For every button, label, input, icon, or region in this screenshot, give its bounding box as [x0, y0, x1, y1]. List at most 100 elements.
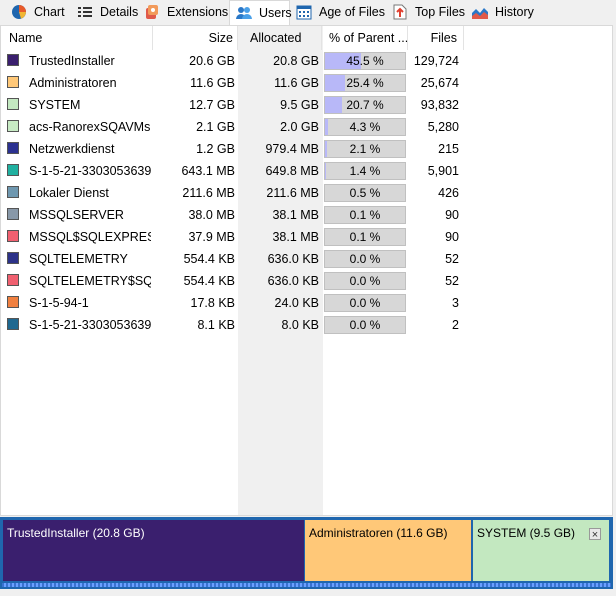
user-files-count: 215: [438, 142, 459, 156]
tab-label: Chart: [34, 5, 65, 19]
table-header: Name Size Allocated % of Parent ... File…: [1, 26, 465, 50]
user-name: Lokaler Dienst: [29, 186, 109, 200]
percent-of-parent-bar: 0.1 %: [324, 228, 406, 246]
table-row[interactable]: MSSQLSERVER 38.0 MB 38.1 MB 0.1 % 90: [1, 204, 465, 226]
table-row[interactable]: SYSTEM 12.7 GB 9.5 GB 20.7 % 93,832: [1, 94, 465, 116]
user-color-swatch: [7, 318, 19, 330]
percent-of-parent-bar: 1.4 %: [324, 162, 406, 180]
percent-of-parent-bar: 0.0 %: [324, 316, 406, 334]
percent-value: 2.1 %: [349, 142, 381, 156]
user-name: MSSQLSERVER: [29, 208, 124, 222]
percent-value: 0.0 %: [349, 296, 381, 310]
percent-value: 45.5 %: [346, 54, 384, 68]
percent-of-parent-bar: 4.3 %: [324, 118, 406, 136]
table-row[interactable]: acs-RanorexSQAVMs 2.1 GB 2.0 GB 4.3 % 5,280: [1, 116, 465, 138]
percent-value: 25.4 %: [346, 76, 384, 90]
column-divider[interactable]: [237, 26, 238, 50]
tab-top-files[interactable]: Top Files: [381, 1, 465, 23]
percent-value: 1.4 %: [349, 164, 381, 178]
percent-value: 4.3 %: [349, 120, 381, 134]
table-row[interactable]: MSSQL$SQLEXPRESS 37.9 MB 38.1 MB 0.1 % 90: [1, 226, 465, 248]
column-header-percent-of-parent[interactable]: % of Parent ...: [329, 26, 407, 50]
user-size: 554.4 KB: [183, 252, 235, 266]
user-size: 211.6 MB: [182, 186, 235, 200]
user-color-swatch: [7, 142, 19, 154]
column-divider[interactable]: [463, 26, 464, 50]
user-allocated: 979.4 MB: [265, 142, 319, 156]
user-allocated: 8.0 KB: [281, 318, 319, 332]
percent-value: 20.7 %: [346, 98, 384, 112]
table-row[interactable]: S-1-5-21-3303053639... 643.1 MB 649.8 MB 1.…: [1, 160, 465, 182]
column-divider[interactable]: [321, 26, 322, 50]
user-color-swatch: [7, 230, 19, 242]
user-allocated: 24.0 KB: [274, 296, 319, 310]
percent-of-parent-bar: 45.5 %: [324, 52, 406, 70]
tab-label: History: [495, 5, 534, 19]
calendar-icon: [295, 4, 313, 20]
percent-value: 0.0 %: [349, 274, 381, 288]
user-size: 1.2 GB: [196, 142, 235, 156]
user-name: SYSTEM: [29, 98, 81, 112]
table-row[interactable]: TrustedInstaller 20.6 GB 20.8 GB 45.5 % 129,…: [1, 50, 465, 72]
close-icon[interactable]: ×: [589, 528, 601, 541]
user-files-count: 93,832: [420, 98, 459, 112]
user-name: acs-RanorexSQAVMs: [29, 120, 151, 134]
users-table: Name Size Allocated % of Parent ... File…: [0, 25, 613, 516]
percent-of-parent-bar: 0.1 %: [324, 206, 406, 224]
percent-of-parent-bar: 0.0 %: [324, 272, 406, 290]
user-files-count: 129,724: [413, 54, 459, 68]
percent-value: 0.1 %: [349, 208, 381, 222]
tab-details[interactable]: Details: [66, 1, 138, 23]
user-name: MSSQL$SQLEXPRESS: [29, 230, 151, 244]
column-divider[interactable]: [407, 26, 408, 50]
table-row[interactable]: Lokaler Dienst 211.6 MB 211.6 MB 0.5 % 426: [1, 182, 465, 204]
tab-chart[interactable]: Chart: [0, 1, 65, 23]
user-files-count: 5,280: [427, 120, 459, 134]
user-color-swatch: [7, 296, 19, 308]
column-header-size[interactable]: Size: [153, 26, 233, 50]
user-allocated: 211.6 MB: [266, 186, 319, 200]
table-row[interactable]: S-1-5-21-3303053639... 8.1 KB 8.0 KB 0.0 % 2: [1, 314, 465, 336]
user-files-count: 52: [445, 252, 459, 266]
user-size: 20.6 GB: [189, 54, 235, 68]
user-allocated: 636.0 KB: [267, 252, 319, 266]
user-allocated: 9.5 GB: [280, 98, 319, 112]
tab-age-of-files[interactable]: Age of Files: [285, 1, 385, 23]
user-files-count: 3: [452, 296, 459, 310]
user-size: 643.1 MB: [181, 164, 235, 178]
tab-extensions[interactable]: Extensions: [133, 1, 228, 23]
percent-value: 0.0 %: [349, 318, 381, 332]
table-row[interactable]: SQLTELEMETRY 554.4 KB 636.0 KB 0.0 % 52: [1, 248, 465, 270]
user-color-swatch: [7, 98, 19, 110]
user-color-swatch: [7, 186, 19, 198]
user-name: S-1-5-21-3303053639...: [29, 164, 151, 178]
user-color-swatch: [7, 208, 19, 220]
user-allocated: 636.0 KB: [267, 274, 319, 288]
column-header-name[interactable]: Name: [9, 26, 149, 50]
treemap-block-administratoren[interactable]: Administratoren (11.6 GB): [305, 520, 471, 581]
history-chart-icon: [471, 4, 489, 20]
column-header-files[interactable]: Files: [409, 26, 457, 50]
user-name: TrustedInstaller: [29, 54, 115, 68]
tab-users[interactable]: Users: [229, 0, 292, 25]
tab-history[interactable]: History: [461, 1, 534, 23]
user-files-count: 90: [445, 230, 459, 244]
user-color-swatch: [7, 76, 19, 88]
user-size: 38.0 MB: [188, 208, 235, 222]
tab-label: Age of Files: [319, 5, 386, 19]
user-name: SQLTELEMETRY$SQL...: [29, 274, 151, 288]
extensions-icon: [143, 4, 161, 20]
user-name: S-1-5-94-1: [29, 296, 89, 310]
user-allocated: 38.1 MB: [272, 208, 319, 222]
table-row[interactable]: Netzwerkdienst 1.2 GB 979.4 MB 2.1 % 215: [1, 138, 465, 160]
table-row[interactable]: SQLTELEMETRY$SQL... 554.4 KB 636.0 KB 0.0 %…: [1, 270, 465, 292]
percent-value: 0.5 %: [349, 186, 381, 200]
table-row[interactable]: S-1-5-94-1 17.8 KB 24.0 KB 0.0 % 3: [1, 292, 465, 314]
user-files-count: 25,674: [420, 76, 459, 90]
pie-chart-icon: [10, 4, 28, 20]
treemap-block-trustedinstaller[interactable]: TrustedInstaller (20.8 GB): [3, 520, 304, 581]
user-size: 12.7 GB: [189, 98, 235, 112]
treemap-block-system[interactable]: SYSTEM (9.5 GB) ×: [473, 520, 609, 581]
column-header-allocated[interactable]: Allocated: [250, 26, 325, 50]
table-row[interactable]: Administratoren 11.6 GB 11.6 GB 25.4 % 25,67…: [1, 72, 465, 94]
